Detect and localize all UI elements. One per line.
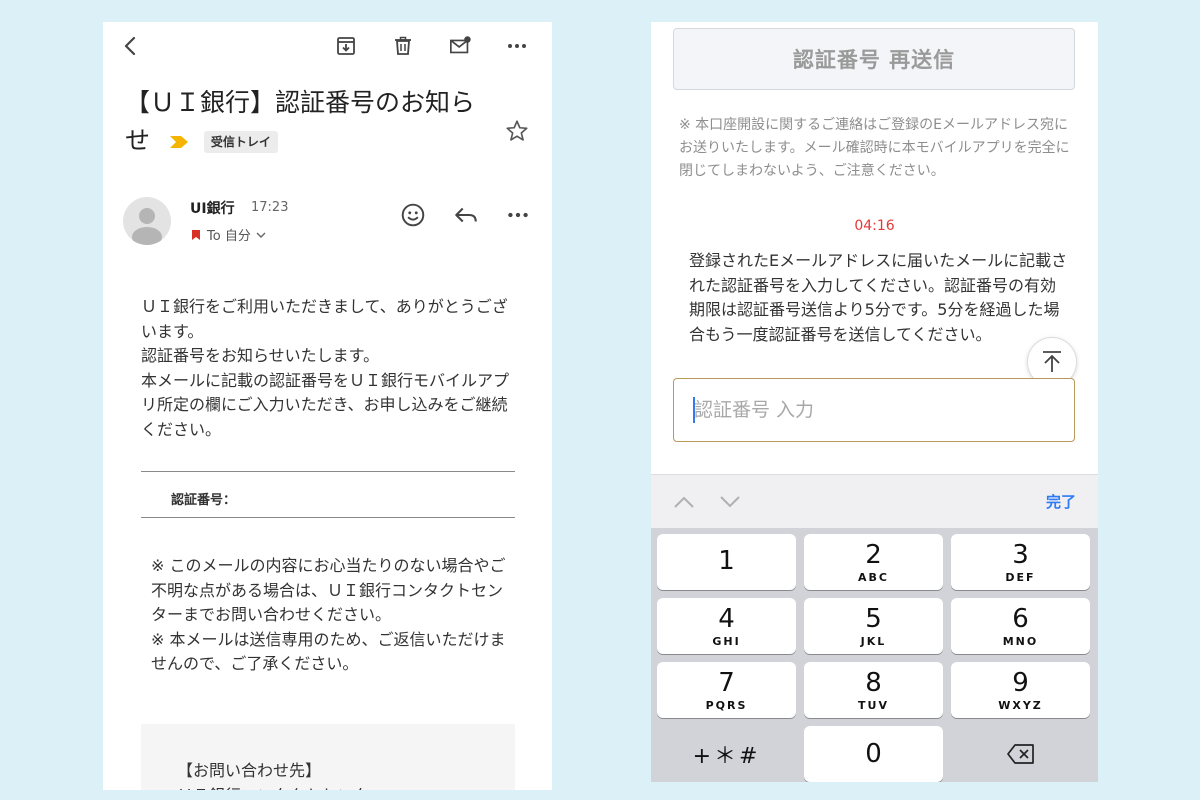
key-letters: GHI <box>712 634 741 648</box>
countdown-timer: 04:16 <box>854 218 895 234</box>
key-digit: 0 <box>865 739 882 769</box>
backspace-key[interactable] <box>951 726 1090 782</box>
key-7[interactable]: 7 PQRS <box>657 662 796 718</box>
star-icon[interactable] <box>504 118 530 144</box>
mark-unread-icon[interactable] <box>447 32 475 60</box>
arrow-up-bar-icon <box>1043 351 1061 372</box>
note-paragraph: ※ 本メールは送信専用のため、ご返信いただけませんので、ご了承ください。 <box>151 629 506 674</box>
verification-code-label: 認証番号： <box>171 493 237 508</box>
key-letters: TUV <box>858 698 889 712</box>
key-digit: 2 <box>865 539 882 570</box>
recipient-text: To 自分 <box>207 229 251 244</box>
keyboard-toolbar: 完了 <box>651 474 1098 528</box>
contact-box: 【お問い合わせ先】 ＵＩ銀行コンタクトセンター <box>141 724 515 790</box>
email-body: ＵＩ銀行をご利用いただきまして、ありがとうございます。 認証番号をお知らせいたし… <box>141 295 513 442</box>
email-toolbar <box>103 22 552 70</box>
key-letters: DEF <box>1005 570 1036 584</box>
key-digit: 4 <box>718 603 735 634</box>
email-notes: ※ このメールの内容にお心当たりのない場合やご不明な点がある場合は、ＵＩ銀行コン… <box>151 554 511 677</box>
inbox-label-chip[interactable]: 受信トレイ <box>203 131 278 153</box>
email-time: 17:23 <box>251 200 289 215</box>
sender-name: UI銀行 <box>190 201 235 217</box>
key-2[interactable]: 2 ABC <box>804 534 943 590</box>
back-chevron-icon[interactable] <box>117 32 145 60</box>
bookmark-tag-icon <box>192 229 200 240</box>
key-symbols[interactable]: +＊# <box>657 726 796 782</box>
key-letters: WXYZ <box>998 698 1043 712</box>
reply-icon[interactable] <box>451 200 481 230</box>
note-paragraph: ※ このメールの内容にお心当たりのない場合やご不明な点がある場合は、ＵＩ銀行コン… <box>151 556 506 624</box>
verification-code-input[interactable] <box>673 378 1075 442</box>
importance-arrow-icon <box>169 136 188 148</box>
key-letters: ABC <box>858 570 889 584</box>
key-letters: PQRS <box>705 698 748 712</box>
body-paragraph: 本メールに記載の認証番号をＵＩ銀行モバイルアプリ所定の欄にご入力いただき、お申し… <box>141 370 510 439</box>
contact-name: ＵＩ銀行コンタクトセンター <box>177 782 385 790</box>
key-letters: MNO <box>1002 634 1039 648</box>
key-1[interactable]: 1 <box>657 534 796 590</box>
sender-avatar[interactable] <box>123 197 171 245</box>
email-panel: 【ＵＩ銀行】認証番号のお知らせ 受信トレイ UI銀行 17:23 To 自分 Ｕ… <box>103 22 552 790</box>
key-digit: 8 <box>865 667 882 698</box>
text-caret <box>693 397 695 423</box>
numeric-keypad: 1 2 ABC 3 DEF 4 GHI 5 JKL 6 MNO 7 PQRS 8 TUV 9W… <box>651 528 1098 782</box>
person-icon <box>132 208 162 245</box>
key-0[interactable]: 0 <box>804 726 943 782</box>
key-digit: 6 <box>1012 603 1029 634</box>
archive-icon[interactable] <box>332 32 360 60</box>
recipient-toggle[interactable]: To 自分 <box>190 225 266 244</box>
key-5[interactable]: 5 JKL <box>804 598 943 654</box>
email-notice: ※ 本口座開設に関するご連絡はご登録のEメールアドレス宛にお送りいたします。メー… <box>679 117 1070 179</box>
verification-panel: 認証番号 再送信 ※ 本口座開設に関するご連絡はご登録のEメールアドレス宛にお送… <box>651 22 1098 782</box>
previous-field-icon[interactable] <box>671 489 697 515</box>
body-paragraph: ＵＩ銀行をご利用いただきまして、ありがとうございます。 <box>141 297 508 341</box>
key-digit: 5 <box>865 603 882 634</box>
key-digit: 7 <box>718 667 735 698</box>
more-horiz-icon[interactable] <box>503 32 531 60</box>
next-field-icon[interactable] <box>717 489 743 515</box>
key-digit: 3 <box>1012 539 1029 570</box>
resend-code-button[interactable]: 認証番号 再送信 <box>673 28 1075 90</box>
key-3[interactable]: 3 DEF <box>951 534 1090 590</box>
more-horiz-icon[interactable] <box>503 200 533 230</box>
backspace-icon <box>1006 744 1034 764</box>
key-6[interactable]: 6 MNO <box>951 598 1090 654</box>
key-4[interactable]: 4 GHI <box>657 598 796 654</box>
symbols-label: +＊# <box>692 744 761 769</box>
key-8[interactable]: 8 TUV <box>804 662 943 718</box>
divider <box>141 471 515 472</box>
email-subject: 【ＵＩ銀行】認証番号のお知らせ 受信トレイ <box>125 84 485 160</box>
key-letters: JKL <box>860 634 887 648</box>
key-9[interactable]: 9 WXYZ <box>951 662 1090 718</box>
chevron-down-icon <box>256 232 266 238</box>
divider <box>141 517 515 518</box>
emoji-reaction-icon[interactable] <box>398 200 428 230</box>
body-paragraph: 認証番号をお知らせいたします。 <box>141 346 380 365</box>
key-digit: 9 <box>1012 667 1029 698</box>
instructions-text: 登録されたEメールアドレスに届いたメールに記載された認証番号を入力してください。… <box>689 251 1068 344</box>
trash-icon[interactable] <box>389 32 417 60</box>
contact-title: 【お問い合わせ先】 <box>177 761 322 780</box>
key-digit: 1 <box>718 546 735 576</box>
keyboard-done-button[interactable]: 完了 <box>1046 491 1076 512</box>
